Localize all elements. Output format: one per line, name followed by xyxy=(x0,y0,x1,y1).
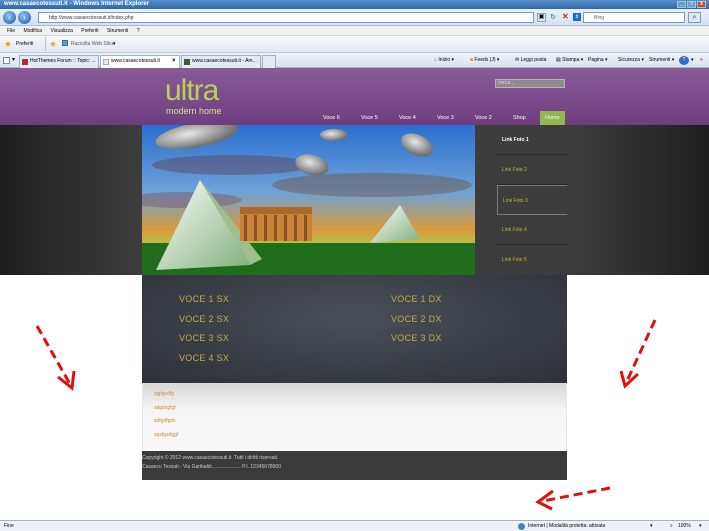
status-text: Fine xyxy=(4,523,14,529)
page-favicon-icon xyxy=(103,59,109,65)
tab-casaecotessuti-active[interactable]: www.casaecotessuti.it × xyxy=(100,55,180,68)
tab-label: www.casaecotessuti.it xyxy=(111,58,160,64)
home-command[interactable]: ⌂ Inizio ▾ xyxy=(434,56,454,65)
printer-icon: ▤ xyxy=(556,57,561,63)
safety-command[interactable]: Sicurezza ▾ xyxy=(618,56,644,65)
arrow-bottom-line xyxy=(542,486,611,503)
search-placeholder: Bing xyxy=(594,15,605,21)
maximize-button[interactable]: □ xyxy=(687,1,696,8)
menu-bar: File Modifica Visualizza Preferiti Strum… xyxy=(0,26,709,36)
close-tab-icon[interactable]: × xyxy=(172,56,176,67)
security-zone[interactable]: Internet | Modalità protetta: attivata xyxy=(528,521,605,531)
compatibility-view-icon[interactable]: ▣ xyxy=(537,13,546,22)
stop-icon[interactable]: ✕ xyxy=(562,12,569,22)
search-input[interactable]: Bing xyxy=(583,12,685,23)
web-slice-icon xyxy=(62,40,68,46)
zoom-chevron-icon[interactable]: ▾ xyxy=(699,521,702,531)
home-label: Inizio xyxy=(438,57,451,63)
mail-label: Leggi posta xyxy=(520,57,547,63)
annotation-arrows xyxy=(35,319,657,511)
home-icon: ⌂ xyxy=(434,57,438,63)
print-command[interactable]: ▤ Stampa ▾ xyxy=(556,56,583,65)
arrow-right-line xyxy=(625,319,657,382)
help-icon[interactable]: ? xyxy=(679,56,689,65)
window-title: www.casaecotessuti.it - Windows Internet… xyxy=(4,1,150,7)
tools-label: Strumenti xyxy=(649,57,671,63)
hotthemes-favicon-icon xyxy=(22,59,28,65)
favorites-bar: ★ Preferiti ★ Raccolta Web Slice ▾ xyxy=(0,36,709,53)
add-favorite-icon[interactable]: ★ xyxy=(49,39,57,49)
zoom-icon: ⌕ xyxy=(670,523,673,529)
status-dropdown-icon[interactable]: ▾ xyxy=(650,521,653,531)
globe-icon xyxy=(518,523,525,530)
favorites-button[interactable]: Preferiti xyxy=(16,40,33,48)
tab-bar: ▾ HotThemes Forum :: Topic: ... www.casa… xyxy=(0,53,709,68)
search-go-icon[interactable]: ⌕ xyxy=(688,12,701,23)
menu-preferiti[interactable]: Preferiti xyxy=(81,28,98,34)
page-label: Pagina xyxy=(588,57,604,63)
tab-hotthemes[interactable]: HotThemes Forum :: Topic: ... xyxy=(19,55,99,68)
web-slice-gallery-link[interactable]: Raccolta Web Slice xyxy=(71,40,114,48)
rss-icon: ■ xyxy=(470,57,474,63)
feeds-command[interactable]: ■ Feeds (J) ▾ xyxy=(470,56,499,65)
refresh-icon[interactable]: ↻ xyxy=(550,13,556,22)
status-bar: Fine Internet | Modalità protetta: attiv… xyxy=(0,520,709,531)
mail-command[interactable]: ✉ Leggi posta xyxy=(515,56,546,65)
safety-label: Sicurezza xyxy=(618,57,640,63)
zoom-level[interactable]: 100% xyxy=(678,521,691,531)
page-command[interactable]: Pagina ▾ xyxy=(588,56,607,65)
menu-help[interactable]: ? xyxy=(137,28,140,34)
page-viewport: ultra modern home cerca... Voce 6 Voce 5… xyxy=(0,68,709,520)
menu-modifica[interactable]: Modifica xyxy=(23,28,42,34)
url-input[interactable]: http://www.casaecotessuti.it/index.php xyxy=(38,12,534,23)
help-chevron-icon[interactable]: ▾ xyxy=(691,56,694,65)
back-button[interactable]: ‹ xyxy=(3,11,16,24)
chevron-down-icon[interactable]: ▾ xyxy=(113,40,116,48)
menu-file[interactable]: File xyxy=(7,28,15,34)
close-window-button[interactable]: x xyxy=(697,1,706,8)
tab-casaecotessuti-admin[interactable]: www.casaecotessuti.it - Am... xyxy=(181,55,261,68)
tools-command[interactable]: Strumenti ▾ xyxy=(649,56,674,65)
menu-strumenti[interactable]: Strumenti xyxy=(107,28,128,34)
forward-button[interactable]: › xyxy=(18,11,31,24)
arrow-left-line xyxy=(35,325,72,385)
favbar-divider xyxy=(45,37,46,51)
quick-tabs-icon[interactable] xyxy=(3,57,10,64)
new-tab-button[interactable] xyxy=(262,55,276,68)
bing-icon: b xyxy=(573,13,581,21)
url-text: http://www.casaecotessuti.it/index.php xyxy=(49,15,134,21)
favorites-star-icon: ★ xyxy=(4,39,13,49)
minimize-button[interactable]: _ xyxy=(677,1,686,8)
print-label: Stampa xyxy=(562,57,580,63)
menu-visualizza[interactable]: Visualizza xyxy=(50,28,72,34)
more-commands-icon[interactable]: » xyxy=(700,56,703,65)
joomla-favicon-icon xyxy=(184,59,190,65)
mail-icon: ✉ xyxy=(515,57,520,63)
tab-list-chevron-icon[interactable]: ▾ xyxy=(12,56,15,65)
window-titlebar: www.casaecotessuti.it - Windows Internet… xyxy=(0,0,709,9)
tab-label: HotThemes Forum :: Topic: ... xyxy=(30,58,96,64)
tab-label: www.casaecotessuti.it - Am... xyxy=(192,58,257,64)
feeds-label: Feeds (J) xyxy=(474,57,496,63)
address-bar: ‹ › http://www.casaecotessuti.it/index.p… xyxy=(0,9,709,26)
